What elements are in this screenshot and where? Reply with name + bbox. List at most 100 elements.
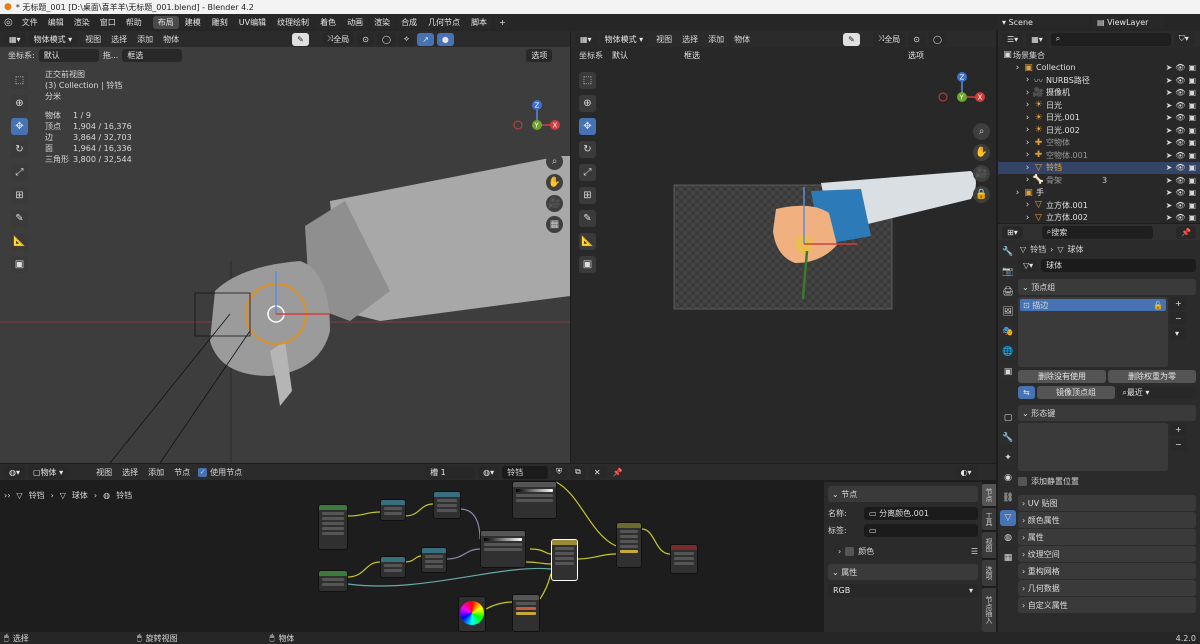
expand-chevron-icon[interactable]: › xyxy=(1022,137,1033,148)
workspace-tab-6[interactable]: 动画 xyxy=(342,16,369,29)
node-ramp-2[interactable] xyxy=(480,530,526,568)
outliner-item[interactable]: › 🦴 骨架 3 ➤ 👁 ▣ xyxy=(998,174,1200,187)
vertex-group-list[interactable]: ⊡ 描边 🔓 xyxy=(1018,297,1168,367)
object-tab-icon[interactable]: ▢ xyxy=(1000,410,1016,426)
outliner-editor-icon[interactable]: ☰▾ xyxy=(1002,32,1024,46)
eye-icon[interactable]: 👁 xyxy=(1175,188,1185,197)
shader-node-editor[interactable]: ◍▾ ▢ 物体 ▾ 视图 选择 添加 节点 ✓ 使用节点 槽 1 ◍▾ 铃铛 ⛨ ⧉ … xyxy=(0,464,996,632)
node-sidebar-tab-2[interactable]: 视图 xyxy=(982,532,996,558)
workspace-tab-8[interactable]: 合成 xyxy=(396,16,423,29)
annotate-tool-icon[interactable]: ✎ xyxy=(11,210,28,227)
zoom-icon[interactable]: ⌕ xyxy=(546,153,563,170)
select-arrow-icon[interactable]: ➤ xyxy=(1166,213,1173,222)
expand-chevron-icon[interactable]: › xyxy=(1022,162,1033,173)
view-layer-selector[interactable]: ▤ ViewLayer xyxy=(1092,16,1164,29)
physics-tab-icon[interactable]: ◉ xyxy=(1000,470,1016,486)
properties-section[interactable]: › UV 贴图 xyxy=(1018,495,1196,511)
scene-tab-icon[interactable]: 🎭 xyxy=(1000,324,1016,340)
select-arrow-icon[interactable]: ➤ xyxy=(1166,88,1173,97)
node-image-texture-1[interactable] xyxy=(318,504,348,550)
node-mix-shader[interactable] xyxy=(616,522,642,568)
scale-tool-icon-right[interactable]: ⤢ xyxy=(579,164,596,181)
eye-icon[interactable]: 👁 xyxy=(1175,176,1185,185)
properties-section[interactable]: › 几何数据 xyxy=(1018,580,1196,596)
tool-tab-icon[interactable]: 🔧 xyxy=(1000,244,1016,260)
camera-view-icon-right[interactable]: 🎥 xyxy=(973,165,990,182)
move-tool-icon[interactable]: ✥ xyxy=(11,118,28,135)
material-tab-icon[interactable]: ◍ xyxy=(1000,530,1016,546)
menu-item-1[interactable]: 编辑 xyxy=(43,17,69,28)
color-checkbox[interactable] xyxy=(845,546,855,556)
node-sidebar-tab-1[interactable]: 工具 xyxy=(982,508,996,530)
nav-gizmo-right[interactable]: Z X Y xyxy=(935,69,985,119)
remove-vertex-group-button[interactable]: − xyxy=(1170,312,1187,325)
annotate-tool-icon-right[interactable]: ✎ xyxy=(579,210,596,227)
workspace-tab-4[interactable]: 纹理绘制 xyxy=(272,16,315,29)
add-shape-key-button[interactable]: + xyxy=(1170,423,1187,436)
node-label-field[interactable]: ▭ xyxy=(864,524,978,537)
modifier-tab-icon[interactable]: 🔧 xyxy=(1000,430,1016,446)
outliner-item[interactable]: › ▣ 手 ➤ 👁 ▣ xyxy=(998,187,1200,200)
properties-section[interactable]: › 自定义属性 xyxy=(1018,597,1196,613)
expand-chevron-icon[interactable]: › xyxy=(1022,212,1033,223)
outliner-item[interactable]: › 🎥 摄像机 ➤ 👁 ▣ xyxy=(998,87,1200,100)
expand-chevron-icon[interactable]: › xyxy=(1022,112,1033,123)
mesh-name-field[interactable]: 球体 xyxy=(1041,259,1196,272)
render-tab-icon[interactable]: 📷 xyxy=(1000,264,1016,280)
add-rest-position-checkbox[interactable] xyxy=(1018,476,1027,486)
expand-chevron-icon[interactable]: › xyxy=(1022,150,1033,161)
grid-view-icon[interactable]: ▦ xyxy=(546,216,563,233)
remove-shape-key-button[interactable]: − xyxy=(1170,438,1187,451)
workspace-tab-3[interactable]: UV编辑 xyxy=(233,16,272,29)
outliner-item[interactable]: › 〰 NURBS路径 ➤ 👁 ▣ xyxy=(998,74,1200,87)
output-tab-icon[interactable]: 🖨 xyxy=(1000,284,1016,300)
view-layer-tab-icon[interactable]: 🖼 xyxy=(1000,304,1016,320)
expand-chevron-icon[interactable]: › xyxy=(1012,187,1023,198)
menu-item-0[interactable]: 文件 xyxy=(17,17,43,28)
camera-render-icon[interactable]: ▣ xyxy=(1188,113,1196,122)
eye-icon[interactable]: 👁 xyxy=(1175,201,1185,210)
menu-item-3[interactable]: 窗口 xyxy=(95,17,121,28)
expand-chevron-icon[interactable]: › xyxy=(1022,75,1033,86)
select-arrow-icon[interactable]: ➤ xyxy=(1166,76,1173,85)
measure-tool-icon[interactable]: 📐 xyxy=(11,233,28,250)
outliner-display-mode[interactable]: ▦▾ xyxy=(1026,32,1048,46)
select-arrow-icon[interactable]: ➤ xyxy=(1166,188,1173,197)
zoom-icon-right[interactable]: ⌕ xyxy=(973,123,990,140)
filter-icon[interactable]: ⛉▾ xyxy=(1173,32,1194,46)
texture-tab-icon[interactable]: ▦ xyxy=(1000,550,1016,566)
mesh-browse-button[interactable]: ▽▾ xyxy=(1018,259,1039,272)
add-cube-tool-icon[interactable]: ▣ xyxy=(11,256,28,273)
eye-icon[interactable]: 👁 xyxy=(1175,163,1185,172)
cursor-tool-icon[interactable]: ⊕ xyxy=(11,95,28,112)
cursor-tool-icon-right[interactable]: ⊕ xyxy=(579,95,596,112)
workspace-tab-1[interactable]: 建模 xyxy=(179,16,206,29)
viewport-left[interactable]: ▦▾ 物体模式 ▾ 视图 选择 添加 物体 ✎ ⤨ 全局 ⊙ ◯ ⟡ ↗ ● 坐标系:… xyxy=(0,31,570,463)
node-mix-4[interactable] xyxy=(421,547,447,573)
select-arrow-icon[interactable]: ➤ xyxy=(1166,201,1173,210)
camera-render-icon[interactable]: ▣ xyxy=(1188,88,1196,97)
eye-icon[interactable]: 👁 xyxy=(1175,213,1185,222)
node-separate-color[interactable] xyxy=(551,539,578,581)
properties-search-input[interactable]: ⌕ 搜索 xyxy=(1041,225,1154,239)
viewport-right[interactable]: ▦▾ 物体模式 ▾ 视图 选择 添加 物体 ✎ ⤨ 全局 ⊙ ◯ 坐标系 默认 框选 … xyxy=(571,31,996,463)
properties-editor-icon[interactable]: ⊞▾ xyxy=(1002,225,1023,239)
properties-section[interactable]: › 纹理空间 xyxy=(1018,546,1196,562)
workspace-tab-2[interactable]: 雕刻 xyxy=(206,16,233,29)
node-image-texture-2[interactable] xyxy=(318,570,348,592)
scene-selector[interactable]: ▾ Scene xyxy=(997,16,1089,29)
properties-section[interactable]: › 重构网格 xyxy=(1018,563,1196,579)
eye-icon[interactable]: 👁 xyxy=(1175,63,1185,72)
camera-render-icon[interactable]: ▣ xyxy=(1188,188,1196,197)
outliner-item[interactable]: › ☀ 日光.002 ➤ 👁 ▣ xyxy=(998,124,1200,137)
node-rgb-curve[interactable] xyxy=(512,594,540,632)
eye-icon[interactable]: 👁 xyxy=(1175,101,1185,110)
expand-chevron-icon[interactable]: › xyxy=(1022,125,1033,136)
vertex-group-item[interactable]: ⊡ 描边 🔓 xyxy=(1020,299,1166,311)
select-arrow-icon[interactable]: ➤ xyxy=(1166,126,1173,135)
camera-render-icon[interactable]: ▣ xyxy=(1188,201,1196,210)
eye-icon[interactable]: 👁 xyxy=(1175,126,1185,135)
pin-icon[interactable]: 📌 xyxy=(1176,225,1196,239)
node-ramp-1[interactable] xyxy=(512,481,557,519)
transform-tool-icon-right[interactable]: ⊞ xyxy=(579,187,596,204)
